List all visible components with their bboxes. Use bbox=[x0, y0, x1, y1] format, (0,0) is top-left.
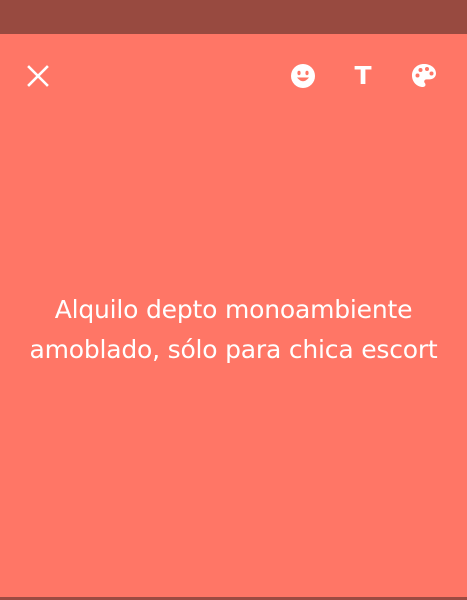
color-palette-button[interactable] bbox=[408, 60, 440, 92]
post-text[interactable]: Alquilo depto monoambiente amoblado, sól… bbox=[20, 290, 447, 370]
close-button[interactable] bbox=[22, 60, 54, 92]
status-bar bbox=[0, 0, 467, 34]
emoji-button[interactable] bbox=[287, 60, 319, 92]
close-icon bbox=[27, 65, 49, 87]
emoji-icon bbox=[291, 64, 315, 88]
editor-toolbar: T bbox=[0, 34, 467, 120]
text-post-editor: T Alquilo depto monoambiente amoblado, s… bbox=[0, 34, 467, 600]
text-tool-label: T bbox=[354, 61, 372, 90]
palette-icon bbox=[412, 64, 436, 87]
text-style-button[interactable]: T bbox=[347, 60, 379, 92]
